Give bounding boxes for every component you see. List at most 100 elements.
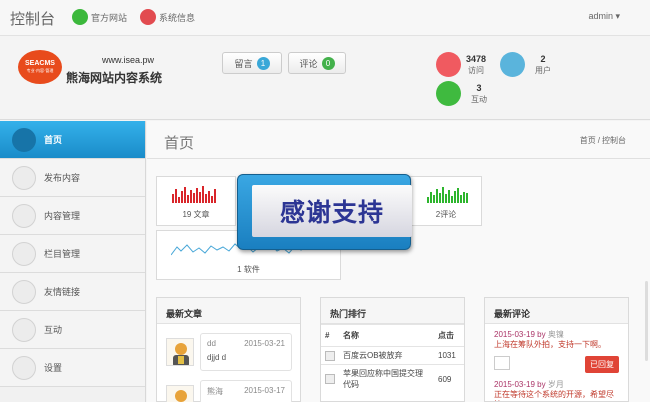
thanks-text: 感谢支持: [252, 185, 412, 237]
interactions-stat: 3 互动: [436, 81, 487, 106]
brand-title: 控制台: [10, 11, 56, 28]
hot-rank-table: # 名称 点击 百度云OB被放弃 1031 苹果回应称中国提交理代码 609: [321, 324, 464, 393]
spark-bar: [202, 186, 204, 203]
spark-bar: [196, 188, 198, 203]
system-info-icon: [140, 9, 156, 25]
spark-bar: [430, 192, 432, 203]
visits-icon: [436, 52, 461, 77]
thumbnail-icon: [325, 350, 335, 361]
list-item[interactable]: dd 2015-03-21 djjd d: [166, 333, 292, 373]
spark-bar: [433, 195, 435, 203]
spark-bar: [205, 194, 207, 203]
users-stat: 2 用户: [500, 52, 551, 77]
spark-bar: [199, 192, 201, 203]
hot-rank-panel: 热门排行 # 名称 点击 百度云OB被放弃 1031 苹果回应称中国提交理代码 …: [320, 297, 465, 402]
latest-comments-title: 最新评论: [485, 298, 628, 324]
sidebar-item-links[interactable]: 友情链接: [0, 273, 145, 311]
site-url: www.isea.pw: [102, 55, 155, 65]
spark-bar: [445, 194, 447, 203]
spark-bar: [427, 197, 429, 203]
settings-icon: [12, 355, 36, 380]
articles-card[interactable]: 19 文章: [156, 176, 236, 226]
spark-bar: [178, 197, 180, 203]
breadcrumb: 首页 / 控制台: [579, 136, 626, 145]
software-count: 1 软件: [237, 265, 260, 274]
table-row[interactable]: 百度云OB被放弃 1031: [321, 346, 464, 365]
scrollbar[interactable]: [645, 281, 648, 361]
comments-count-badge: 0: [321, 56, 335, 70]
columns-icon: [12, 241, 36, 266]
comments-sparkbars: [427, 185, 469, 203]
header: SEACMS 专业·内容·管理 www.isea.pw 熊海网站内容系统 留言 …: [0, 36, 650, 120]
spark-bar: [451, 196, 453, 203]
spark-bar: [448, 190, 450, 203]
user-menu[interactable]: admin ▾: [588, 11, 620, 22]
sidebar-item-interaction[interactable]: 互动: [0, 311, 145, 349]
breadcrumb-home[interactable]: 首页: [580, 136, 596, 145]
spark-bar: [187, 195, 189, 203]
page-title: 首页: [164, 135, 195, 152]
latest-comments-panel: 最新评论 2015-03-19 by 奥镍 上海在筹队外拍，支持一下啊。 已回复…: [484, 297, 629, 402]
comment-checkbox[interactable]: [494, 356, 510, 370]
comments-card[interactable]: 2评论: [410, 176, 482, 226]
home-icon: [12, 127, 36, 152]
spark-bar: [460, 195, 462, 203]
articles-count: 19 文章: [182, 210, 210, 219]
system-info-label: 系统信息: [159, 12, 196, 23]
site-name: 熊海网站内容系统: [66, 71, 163, 85]
content-icon: [12, 203, 36, 228]
system-info-link[interactable]: 系统信息: [140, 9, 195, 25]
comment-item: 2015-03-19 by 岁月 正在等待这个系统的开源，希望尽快: [494, 380, 614, 401]
hot-rank-title: 热门排行: [321, 298, 464, 324]
spark-bar: [181, 191, 183, 203]
spark-bar: [184, 187, 186, 203]
spark-bar: [454, 191, 456, 203]
links-icon: [12, 279, 36, 304]
table-row[interactable]: 苹果回应称中国提交理代码 609: [321, 364, 464, 393]
replied-button[interactable]: 已回复: [585, 356, 619, 373]
publish-icon: [12, 165, 36, 190]
official-site-label: 官方网站: [91, 12, 128, 23]
sidebar-item-content[interactable]: 内容管理: [0, 197, 145, 235]
spark-bar: [463, 192, 465, 203]
interactions-icon: [436, 81, 461, 106]
user-avatar: [166, 338, 194, 366]
spark-bar: [442, 187, 444, 203]
spark-bar: [436, 189, 438, 203]
sidebar-item-publish[interactable]: 发布内容: [0, 159, 145, 197]
spark-bar: [208, 191, 210, 203]
latest-articles-panel: 最新文章 dd 2015-03-21 djjd d 熊海 2015-03-17: [156, 297, 301, 402]
breadcrumb-current: 控制台: [602, 136, 626, 145]
list-item[interactable]: 熊海 2015-03-17: [166, 380, 292, 402]
spark-bar: [439, 193, 441, 203]
spark-bar: [214, 189, 216, 203]
spark-bar: [190, 190, 192, 203]
thumbnail-icon: [325, 374, 335, 384]
spark-bar: [172, 194, 174, 203]
messages-button[interactable]: 留言 1: [222, 52, 282, 74]
interaction-icon: [12, 317, 36, 342]
top-bar: 控制台 官方网站 系统信息 admin ▾: [0, 0, 650, 36]
messages-count-badge: 1: [256, 56, 270, 70]
comments-button[interactable]: 评论 0: [288, 52, 346, 74]
visits-stat: 3478 访问: [436, 52, 486, 77]
comments-count: 2评论: [435, 210, 457, 219]
latest-articles-title: 最新文章: [157, 298, 300, 324]
spark-bar: [457, 188, 459, 203]
title-divider: [147, 158, 650, 159]
user-avatar: [166, 385, 194, 402]
spark-bar: [466, 193, 468, 203]
spark-bar: [211, 196, 213, 203]
official-site-icon: [72, 9, 88, 25]
sidebar: 首页 发布内容 内容管理 栏目管理 友情链接 互动 设置: [0, 121, 146, 402]
sidebar-item-columns[interactable]: 栏目管理: [0, 235, 145, 273]
sidebar-item-home[interactable]: 首页: [0, 121, 145, 159]
spark-bar: [175, 189, 177, 203]
users-icon: [500, 52, 525, 77]
articles-sparkbars: [172, 185, 217, 203]
seacms-logo: SEACMS 专业·内容·管理: [18, 50, 62, 84]
sidebar-item-settings[interactable]: 设置: [0, 349, 145, 387]
spark-bar: [193, 193, 195, 203]
official-site-link[interactable]: 官方网站: [72, 9, 127, 25]
thanks-banner: 感谢支持: [237, 174, 412, 250]
